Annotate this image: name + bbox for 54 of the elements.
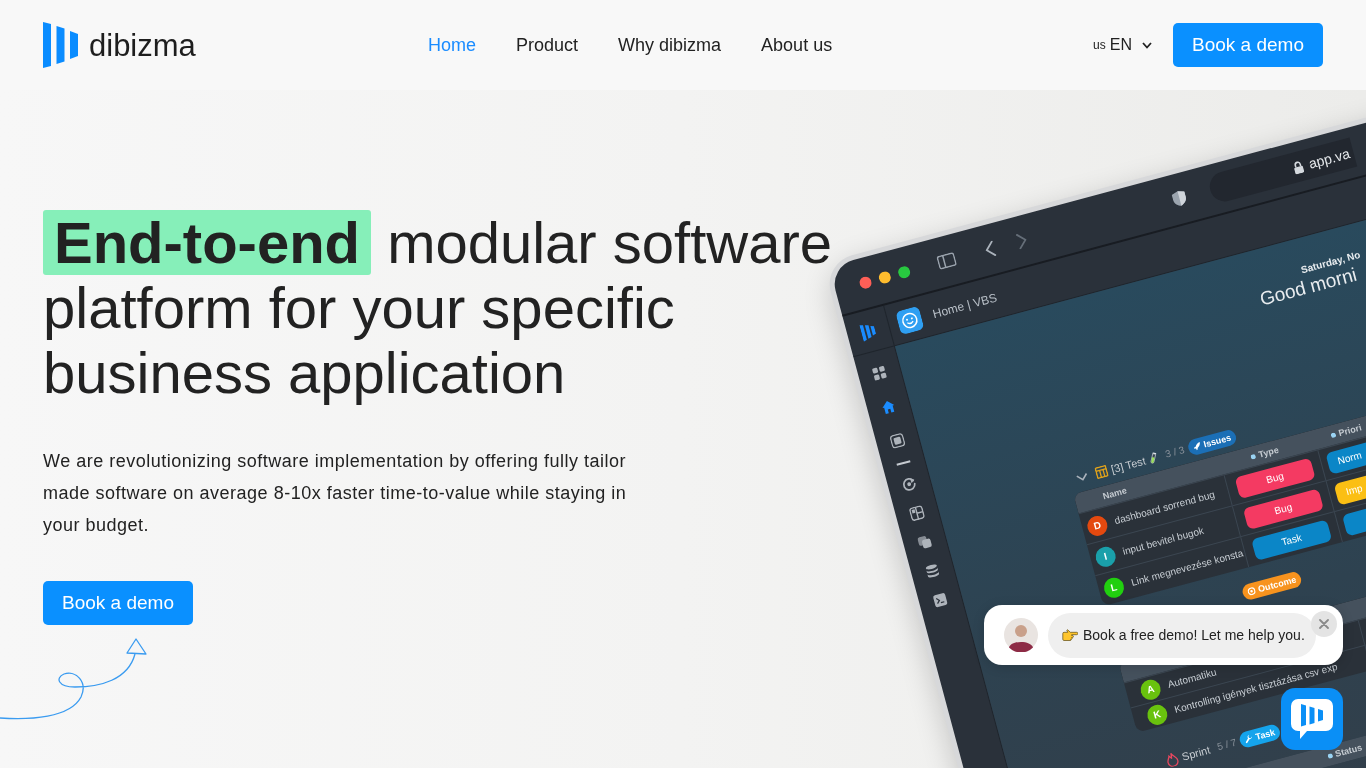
smiley-icon[interactable] [895,305,925,335]
group-title: [3] Test [1109,453,1148,477]
user-avatar: I [1093,544,1118,569]
table-icon [1094,464,1109,480]
target-icon [1246,586,1257,597]
item-count: 5 / 7 [1216,736,1238,754]
breadcrumb: Home | VBS [931,290,999,321]
dot-icon [1250,453,1257,460]
logo-icon [43,21,79,69]
user-avatar: A [1138,677,1163,702]
terminal-icon[interactable] [931,591,949,609]
user-avatar: D [1085,513,1110,538]
type-tag: Task [1251,518,1333,561]
column-header: Status [1333,741,1364,760]
group-title: Sprint [1180,742,1212,764]
close-icon [1319,619,1329,629]
close-window-icon [858,275,873,290]
language-selector[interactable]: us EN [1093,37,1152,53]
copy-icon[interactable] [916,533,934,551]
chat-bubble-icon [1290,698,1334,740]
tag-label: Issues [1202,432,1233,450]
wrench-icon [1244,734,1254,744]
column-header: Name [1101,484,1129,502]
back-icon[interactable] [983,240,998,259]
chat-message: Book a free demo! Let me help you. [1083,626,1305,644]
sidebar-toggle-icon[interactable] [936,251,958,270]
shield-icon [1170,189,1189,209]
logo-link[interactable]: dibizma [43,21,204,69]
task-name: input bevitel bugok [1121,524,1206,558]
circular-arrow-icon[interactable] [900,475,918,493]
nav-link[interactable]: Product [516,33,579,57]
tag-label: Outcome [1257,574,1298,595]
rocket-icon [1192,441,1202,452]
forward-icon[interactable] [1015,231,1029,250]
minimize-window-icon [877,270,893,285]
item-count: 3 / 3 [1164,444,1186,461]
tag-label: Task [1254,727,1277,742]
flame-icon [1164,751,1180,768]
database-icon[interactable] [923,562,942,580]
nav-link[interactable]: About us [761,33,833,57]
lock-icon [1291,159,1305,175]
dot-icon [1330,431,1337,438]
chevron-down-icon[interactable] [1075,471,1090,483]
pointing-hand-icon [1062,629,1078,641]
layout-icon[interactable] [908,504,926,522]
hero-heading: End-to-end modular software platform for your specific business application [43,210,833,405]
chevron-down-icon [1142,41,1152,49]
hero-description: We are revolutionizing software implementation by offering fully tailor made software on average 8-10x faster time-to-value while staying in your budget. [43,450,628,537]
person-avatar [1004,618,1038,652]
grid-icon[interactable] [870,364,888,382]
maximize-window-icon [896,264,912,280]
close-button[interactable] [1311,611,1337,637]
nav-link[interactable]: Why dibizma [618,33,722,57]
dot-icon [1326,752,1334,759]
